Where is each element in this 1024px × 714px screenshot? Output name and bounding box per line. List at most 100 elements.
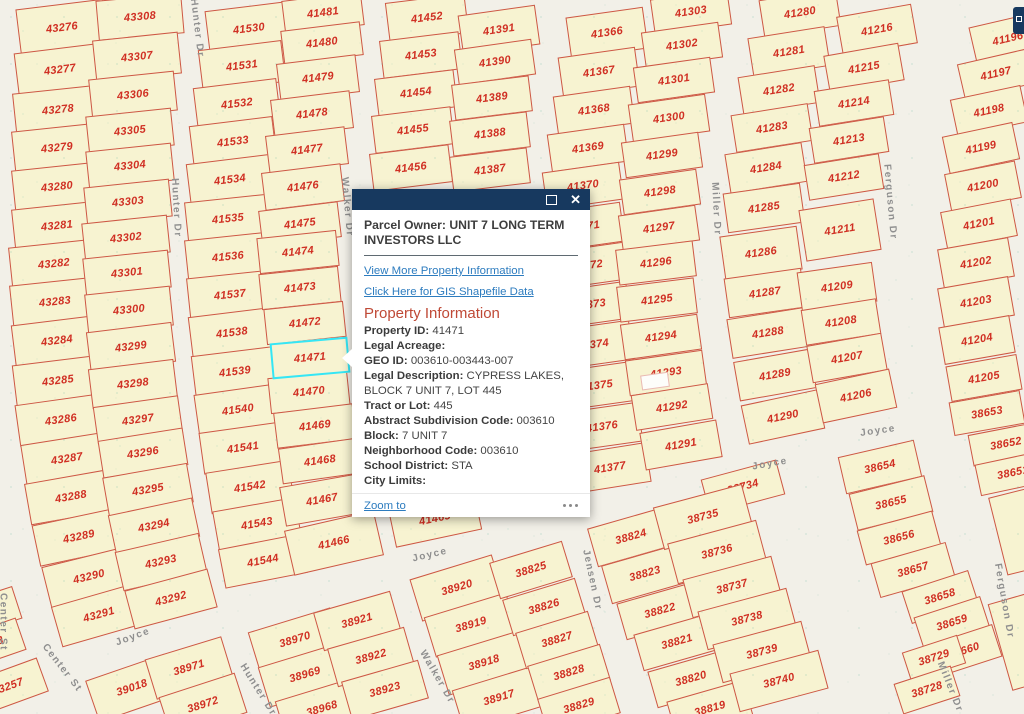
parcel-label: 43302: [109, 230, 142, 245]
parcel-label: 41479: [301, 70, 334, 86]
parcel-43257[interactable]: 43257: [0, 657, 49, 714]
popup-footer: Zoom to: [352, 493, 590, 517]
field-label: Block:: [364, 430, 399, 442]
parcel-label: 41389: [475, 90, 508, 106]
parcel-label: 41467: [305, 491, 339, 508]
ellipsis-icon[interactable]: [563, 504, 578, 507]
parcel-label: 41301: [657, 72, 690, 88]
property-fields: Property ID: 41471Legal Acreage: GEO ID:…: [364, 324, 578, 489]
parcel-label: 38969: [288, 665, 322, 686]
parcel-label: 43277: [43, 62, 76, 78]
parcel-label: 41532: [220, 96, 253, 112]
field-label: Legal Acreage:: [364, 340, 445, 352]
street-label: Joyce: [859, 423, 896, 439]
parcel-label: 38923: [368, 680, 402, 700]
parcel-label: 41302: [665, 37, 698, 53]
parcel-label: 43304: [113, 158, 146, 173]
parcel-label: 43281: [40, 218, 73, 233]
parcel-label: 41297: [642, 220, 675, 236]
parcel-label: 43299: [114, 339, 147, 355]
parcel-label: 38918: [467, 653, 501, 674]
parcel-label: 41480: [305, 35, 338, 51]
parcel-label: 38740: [762, 671, 796, 691]
parcel-label: 38922: [354, 647, 388, 667]
parcel-label: 43296: [126, 445, 160, 462]
parcel-label: 43278: [41, 102, 74, 117]
parcel-label: 41475: [283, 216, 316, 232]
parcel-label: 41204: [960, 331, 994, 348]
parcel-label: 41474: [281, 244, 314, 259]
close-icon[interactable]: ✕: [570, 193, 581, 206]
parcel-label: 41544: [246, 552, 280, 570]
parcel-label: 41469: [298, 418, 331, 434]
parcel-label: 38827: [540, 630, 574, 651]
parcel-label: 43294: [137, 517, 171, 535]
parcel-label: 43292: [154, 589, 188, 609]
parcel-41471[interactable]: 41471: [270, 337, 351, 380]
parcel-label: 41199: [964, 139, 997, 157]
parcel-label: 41299: [645, 147, 678, 163]
popup-field-row: Abstract Subdivision Code: 003610: [364, 414, 578, 429]
parcel-label: 41366: [590, 25, 623, 41]
gis-shapefile-link[interactable]: Click Here for GIS Shapefile Data: [364, 285, 578, 299]
parcel-label: 41530: [232, 21, 265, 37]
street-label: Hunter Dr: [188, 0, 206, 58]
maximize-icon[interactable]: [546, 195, 557, 205]
parcel-label: 43286: [44, 412, 77, 428]
parcel-label: 41481: [306, 5, 339, 21]
parcel-label: 41205: [967, 369, 1001, 386]
parcel-label: 41215: [847, 59, 881, 76]
popup-field-row: School District: STA: [364, 459, 578, 474]
popup-field-row: GEO ID: 003610-003443-007: [364, 354, 578, 369]
building-footprint: [640, 372, 670, 391]
parcel-label: 38651: [996, 464, 1024, 482]
parcel-label: 41368: [577, 102, 610, 118]
view-more-property-link[interactable]: View More Property Information: [364, 264, 578, 278]
zoom-to-link[interactable]: Zoom to: [364, 500, 406, 512]
parcel-label: 43303: [111, 194, 144, 209]
map-widget-button[interactable]: [1013, 7, 1024, 34]
parcel-label: 43282: [37, 256, 70, 271]
parcel-label: 38659: [935, 612, 969, 633]
parcel-41211[interactable]: 41211: [798, 198, 881, 261]
parcel-label: 41472: [288, 315, 321, 330]
parcel-label: 41200: [966, 177, 1000, 195]
parcel-label: 43301: [110, 265, 143, 280]
parcel-label: 38823: [628, 564, 662, 584]
popup-body: Parcel Owner: UNIT 7 LONG TERM INVESTORS…: [352, 210, 590, 493]
parcel-label: 43290: [72, 567, 106, 586]
parcel-label: 41281: [772, 44, 806, 61]
parcel-label: 41211: [824, 222, 857, 239]
parcel-label: 43291: [82, 605, 116, 625]
parcel-label: 38822: [643, 601, 677, 621]
parcel-label: 38728: [910, 679, 944, 700]
popup-divider: [364, 255, 578, 256]
parcel-label: 38828: [552, 663, 586, 684]
parcel-label: 41478: [295, 106, 328, 122]
popup-field-row: Neighborhood Code: 003610: [364, 444, 578, 459]
parcel-label: 41367: [582, 64, 615, 80]
parcel-label: 38826: [527, 597, 561, 618]
parcel-label: 41285: [747, 200, 780, 216]
parcel-label: 41541: [226, 440, 259, 456]
parcel-label: 41207: [830, 349, 864, 366]
parcel[interactable]: [988, 485, 1024, 576]
parcel-label: 41206: [839, 387, 873, 405]
popup-callout-arrow: [342, 349, 352, 367]
parcel-label: 43308: [123, 10, 156, 25]
parcel-41456[interactable]: 41456: [369, 144, 453, 191]
parcel-label: 41543: [240, 515, 274, 532]
field-label: Abstract Subdivision Code:: [364, 415, 513, 427]
popup-field-row: Legal Acreage:: [364, 339, 578, 354]
parcel-label: 41209: [820, 279, 853, 295]
parcel-label: 41292: [655, 399, 689, 416]
parcel-label: 41538: [215, 325, 248, 341]
parcel-label: 43293: [144, 553, 178, 572]
parcel-label: 43295: [131, 481, 165, 498]
parcel-label: 41377: [593, 460, 627, 477]
map-canvas[interactable]: 4327643277432784327943280432814328243283…: [0, 0, 1024, 714]
parcel-label: 38653: [970, 404, 1004, 421]
parcel-label: 39018: [115, 677, 149, 699]
parcel-label: 41303: [674, 4, 707, 20]
parcel-label: 41286: [744, 245, 777, 261]
